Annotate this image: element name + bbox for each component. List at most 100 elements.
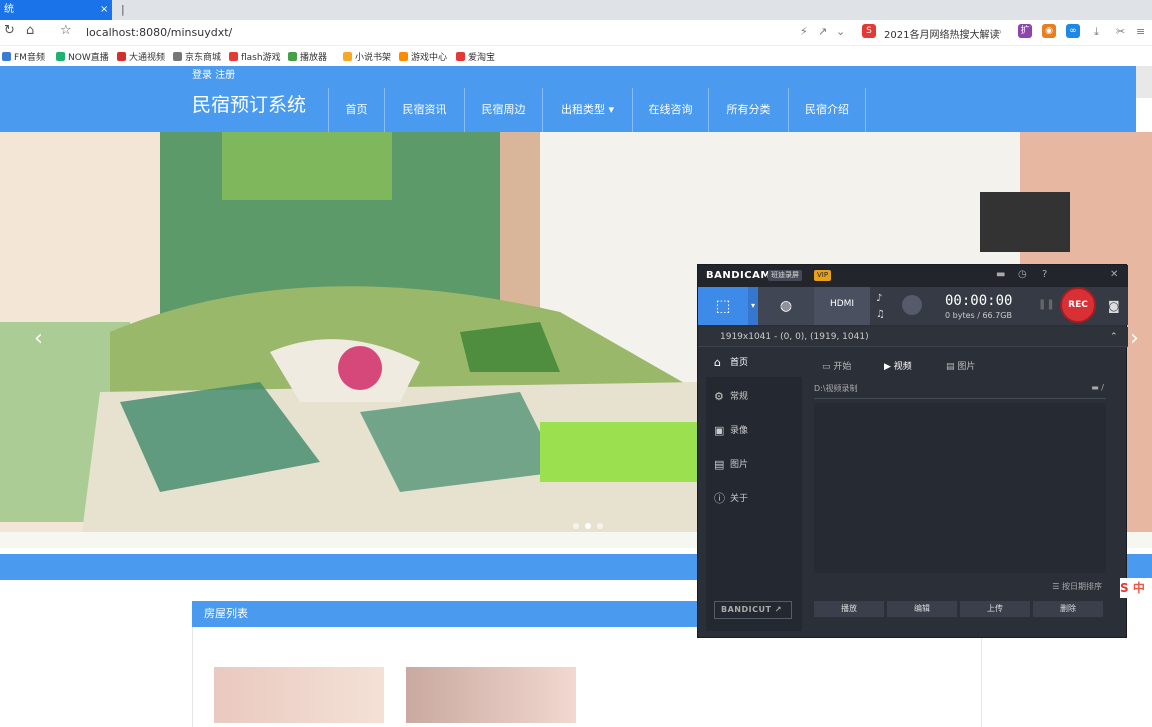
bookmark-icon [2, 52, 11, 61]
share-icon[interactable]: ↗ [818, 25, 827, 38]
pause-icon[interactable]: ❚❚ [1038, 299, 1055, 310]
nav-categories[interactable]: 所有分类 [708, 88, 788, 132]
edit-button[interactable]: 编辑 [887, 601, 957, 617]
bookmark-item[interactable]: 小说书架 [343, 50, 391, 63]
login-register-link[interactable]: 登录 注册 [192, 66, 235, 81]
chevron-down-icon: ▾ [608, 103, 615, 116]
chevron-down-icon[interactable]: ⌄ [836, 25, 845, 38]
bookmarks-bar: FM音频 NOW直播 大通视频 京东商城 flash游戏 播放器 小说书架 游戏… [0, 46, 1152, 66]
game-icon[interactable]: ◉ [1042, 24, 1056, 38]
nav-news[interactable]: 民宿资讯 [384, 88, 464, 132]
rec-button[interactable]: REC [1060, 287, 1096, 323]
subtab-image[interactable]: ▤ 图片 [946, 359, 975, 372]
bookmark-icon [229, 52, 238, 61]
scissors-icon[interactable]: ✂ [1116, 25, 1125, 38]
gear-icon: ⚙ [714, 390, 724, 403]
sidebar-item-image[interactable]: ▤ 图片 [706, 451, 802, 479]
delete-button[interactable]: 删除 [1033, 601, 1103, 617]
bookmark-icon [56, 52, 65, 61]
bookmark-item[interactable]: 游戏中心 [399, 50, 447, 63]
bookmark-icon [399, 52, 408, 61]
lightning-icon[interactable]: ⚡ [800, 25, 808, 38]
url-input[interactable]: localhost:8080/minsuydxt/ [86, 26, 232, 39]
vip-badge[interactable]: VIP [814, 270, 832, 281]
speaker-icon[interactable]: ♫ [876, 309, 885, 320]
carousel-dot[interactable] [573, 523, 579, 529]
bookmark-item[interactable]: 播放器 [288, 50, 327, 63]
download-icon[interactable]: ⤓ [1094, 25, 1099, 39]
carousel-dot-active[interactable] [585, 523, 591, 529]
bookmark-item[interactable]: NOW直播 [56, 50, 109, 63]
reload-icon[interactable]: ↻ [4, 23, 15, 38]
play-button[interactable]: 播放 [814, 601, 884, 617]
image-icon: ▤ [714, 458, 725, 471]
carousel-dot[interactable] [597, 523, 603, 529]
hdmi-label: HDMI [829, 299, 855, 309]
home-icon[interactable]: ⌂ [26, 23, 34, 38]
page-scrollbar[interactable] [1136, 66, 1152, 98]
output-path[interactable]: D:\视频录制 ▬ / [814, 383, 1106, 399]
edition-tag: 班迪录屏 [768, 270, 802, 281]
record-size: 0 bytes / 66.7GB [945, 311, 1012, 320]
bookmark-item[interactable]: 大通视频 [117, 50, 165, 63]
menu-icon[interactable]: ≡ [1136, 25, 1145, 38]
site-header: 登录 注册 民宿预订系统 首页 民宿资讯 民宿周边 出租类型 ▾ 在线咨询 所有… [0, 66, 1136, 132]
bookmark-item[interactable]: FM音频 [2, 50, 45, 63]
nav-consult[interactable]: 在线咨询 [632, 88, 708, 132]
screen-select-icon: ⬚ [715, 296, 731, 315]
sidebar-item-general[interactable]: ⚙ 常规 [706, 383, 802, 411]
folder-icon[interactable]: ▬ [996, 269, 1005, 280]
info-icon: ⓘ [714, 492, 725, 505]
folder-icon[interactable]: ▬ / [1091, 383, 1104, 392]
house-thumbnail[interactable] [214, 667, 384, 723]
bookmark-icon [343, 52, 352, 61]
sogou-ime-icon[interactable]: S 中 [1120, 578, 1152, 598]
region-info[interactable]: 1919x1041 - (0, 0), (1919, 1041) ⌃ [698, 327, 1128, 347]
extension-icon[interactable]: 扩 [1018, 24, 1032, 38]
subtab-start[interactable]: ▭ 开始 [822, 359, 851, 372]
subtab-video[interactable]: ▶ 视频 [884, 359, 912, 372]
camera-icon[interactable]: ◙ [1108, 299, 1120, 313]
bookmark-item[interactable]: 京东商城 [173, 50, 221, 63]
bookmark-item[interactable]: 爱淘宝 [456, 50, 495, 63]
record-timer: 00:00:00 [945, 293, 1013, 309]
browser-tab-active[interactable]: 统 [0, 0, 112, 20]
mode-dropdown[interactable]: ▾ [748, 287, 758, 325]
prev-arrow-icon[interactable]: ‹ [34, 326, 43, 351]
nav-surroundings[interactable]: 民宿周边 [464, 88, 542, 132]
hdmi-mode-button[interactable]: HDMI [814, 287, 870, 325]
bandicut-button[interactable]: BANDICUT ↗ [714, 601, 792, 619]
nav-intro[interactable]: 民宿介绍 [788, 88, 866, 132]
clock-icon[interactable]: ◷ [1018, 269, 1027, 280]
sort-by-date[interactable]: ☰ 按日期排序 [1052, 581, 1102, 592]
webcam-icon[interactable] [902, 295, 922, 315]
chevron-up-icon[interactable]: ⌃ [1110, 327, 1118, 347]
help-icon[interactable]: ? [1042, 269, 1047, 280]
gamepad-icon: ◍ [779, 298, 793, 314]
sidebar-item-video[interactable]: ▣ 录像 [706, 417, 802, 445]
address-bar-row: ↻ ⌂ ☆ localhost:8080/minsuydxt/ ⚡ ↗ ⌄ S … [0, 20, 1152, 46]
news-headline[interactable]: 2021各月网络热搜大解读 [884, 26, 999, 41]
sogou-icon: S [862, 24, 876, 38]
microphone-icon[interactable]: ♪ [876, 293, 882, 304]
nav-home[interactable]: 首页 [328, 88, 384, 132]
sidebar-item-about[interactable]: ⓘ 关于 [706, 485, 802, 513]
bookmark-icon [173, 52, 182, 61]
home-icon: ⌂ [714, 356, 721, 369]
bandicam-logo: BANDICAM [706, 270, 771, 281]
star-icon[interactable]: ☆ [60, 23, 72, 38]
bookmark-item[interactable]: flash游戏 [229, 50, 281, 63]
close-icon[interactable]: ✕ [1110, 269, 1118, 280]
screen-mode-button[interactable]: ⬚ [698, 287, 748, 325]
tab-close-icon[interactable]: × [100, 0, 108, 20]
game-mode-button[interactable]: ◍ [758, 287, 814, 325]
region-text: 1919x1041 - (0, 0), (1919, 1041) [720, 332, 869, 342]
upload-button[interactable]: 上传 [960, 601, 1030, 617]
nav-rental-type[interactable]: 出租类型 ▾ [542, 88, 632, 132]
cloud-icon[interactable]: ∞ [1066, 24, 1080, 38]
next-arrow-icon[interactable]: › [1130, 326, 1139, 351]
file-list[interactable] [814, 403, 1106, 573]
sidebar-item-home[interactable]: ⌂ 首页 [706, 349, 802, 377]
house-thumbnail[interactable] [406, 667, 576, 723]
search-icon[interactable]: ⌕ [996, 25, 1002, 39]
